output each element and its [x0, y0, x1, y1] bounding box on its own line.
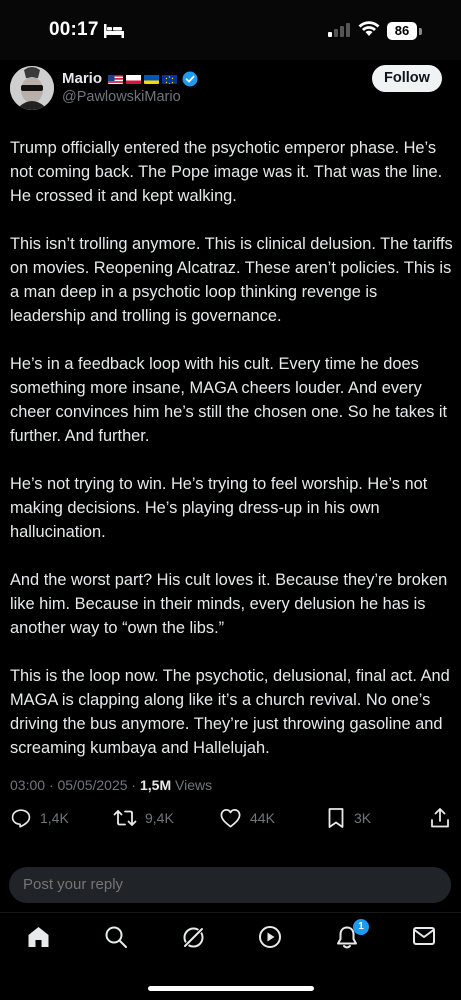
notifications-badge: 1 [353, 919, 369, 935]
views-label: Views [171, 777, 213, 793]
bed-icon [104, 24, 124, 38]
nav-videos[interactable] [258, 925, 282, 954]
bookmark-icon [328, 808, 344, 828]
repost-icon [113, 810, 137, 826]
tweet-paragraph: He’s in a feedback loop with his cult. E… [10, 355, 448, 445]
status-bar: 00:17 86 [0, 0, 461, 60]
nav-home[interactable] [26, 925, 51, 954]
follow-button[interactable]: Follow [372, 65, 442, 92]
nav-messages[interactable] [412, 925, 436, 952]
heart-icon [220, 808, 241, 828]
reply-button[interactable]: 1,4K [10, 807, 69, 829]
share-icon [431, 808, 449, 828]
nav-grok[interactable] [181, 925, 206, 955]
bookmark-button[interactable]: 3K [326, 807, 371, 829]
next-row-peek [10, 856, 150, 862]
play-icon [259, 926, 281, 948]
author-name-row: Mario [62, 70, 198, 87]
repost-button[interactable]: 9,4K [113, 807, 174, 829]
reply-count: 1,4K [40, 810, 69, 826]
tweet-paragraph: This isn’t trolling anymore. This is cli… [10, 235, 453, 325]
us-flag-icon [108, 73, 124, 84]
reply-input[interactable] [9, 867, 451, 903]
home-indicator[interactable] [148, 986, 314, 991]
home-icon [28, 927, 49, 947]
tweet-paragraph: This is the loop now. The psychotic, del… [10, 667, 450, 757]
battery-level: 86 [387, 22, 417, 40]
bookmark-count: 3K [354, 810, 372, 826]
reply-icon [11, 809, 31, 828]
repost-count: 9,4K [145, 810, 174, 826]
nav-search[interactable] [104, 925, 128, 954]
eu-flag-icon [162, 73, 178, 84]
tweet-actions: 1,4K 9,4K 44K 3K [0, 807, 461, 837]
status-time: 00:17 [49, 19, 99, 40]
like-button[interactable]: 44K [219, 807, 275, 829]
share-button[interactable] [429, 807, 451, 829]
mail-icon [413, 927, 435, 945]
verified-badge-icon [182, 71, 198, 86]
poland-flag-icon [126, 73, 142, 84]
views-count[interactable]: 1,5M [140, 777, 171, 793]
tweet-paragraph: He’s not trying to win. He’s trying to f… [10, 475, 428, 541]
search-icon [105, 926, 127, 948]
ukraine-flag-icon [144, 73, 160, 84]
avatar[interactable] [10, 66, 54, 110]
tweet-meta: 03:00 · 05/05/2025 · 1,5M Views [10, 777, 212, 793]
avatar-image [10, 66, 54, 110]
display-name[interactable]: Mario [62, 70, 102, 87]
wifi-icon [358, 21, 380, 36]
signal-icon [328, 23, 350, 37]
tweet-paragraph: Trump officially entered the psychotic e… [10, 139, 443, 205]
user-handle[interactable]: @PawlowskiMario [62, 89, 181, 105]
tweet-timestamp[interactable]: 03:00 · 05/05/2025 · [10, 777, 140, 793]
battery-cap [419, 28, 422, 35]
like-count: 44K [250, 810, 275, 826]
grok-icon [182, 926, 205, 949]
tweet-paragraph: And the worst part? His cult loves it. B… [10, 571, 448, 637]
tweet-text: Trump officially entered the psychotic e… [10, 136, 455, 784]
